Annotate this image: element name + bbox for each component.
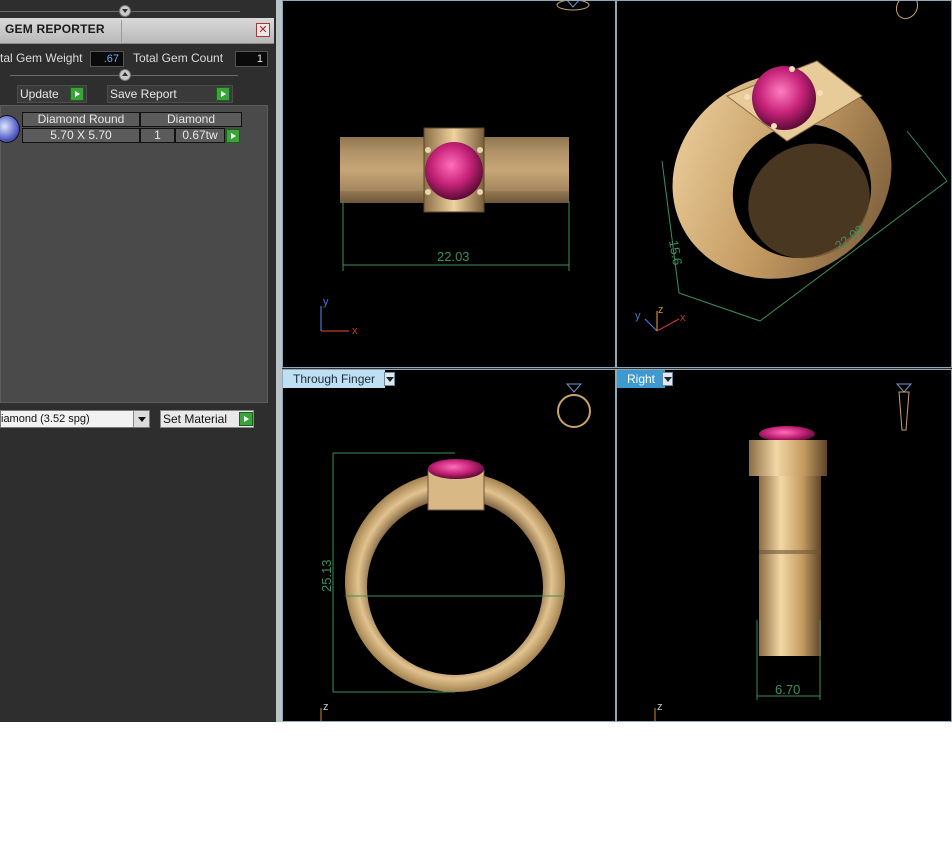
- gem-size-cell[interactable]: 5.70 X 5.70: [22, 128, 140, 143]
- view-ring-icon[interactable]: [557, 383, 591, 428]
- total-gem-count-label: Total Gem Count: [133, 51, 224, 65]
- axis-z-label: z: [323, 701, 329, 713]
- chevron-down-icon[interactable]: [662, 372, 673, 386]
- view-side-icon[interactable]: [895, 383, 913, 431]
- axis-x-label: x: [352, 325, 358, 337]
- play-icon[interactable]: [70, 87, 84, 101]
- chevron-down-icon[interactable]: [133, 411, 149, 427]
- right-label: Right: [627, 372, 656, 386]
- play-icon[interactable]: [239, 412, 253, 426]
- header-separator: [121, 20, 122, 42]
- right-dimension: 6.70: [775, 682, 800, 697]
- save-report-button-label-wrap[interactable]: Save Report: [108, 86, 232, 102]
- column-header-type[interactable]: Diamond: [140, 112, 242, 127]
- total-gem-weight-field[interactable]: .67: [90, 51, 124, 67]
- gem-count-cell[interactable]: 1: [140, 128, 175, 143]
- total-gem-count-field[interactable]: 1: [235, 51, 268, 67]
- gem-reporter-panel: GEM REPORTER ✕ tal Gem Weight .67 Total …: [0, 0, 276, 722]
- perspective-height-dimension: 15.6: [666, 239, 685, 267]
- axis-z-label: z: [658, 304, 664, 316]
- viewport-through-finger[interactable]: 25.13 z Through Finger: [282, 369, 616, 722]
- axis-y-label: y: [323, 296, 329, 308]
- viewport-label-through-finger[interactable]: Through Finger: [283, 370, 386, 388]
- chevron-down-icon[interactable]: [384, 372, 395, 386]
- front-dimension: 22.03: [437, 249, 470, 264]
- axis-z-label: z: [657, 701, 663, 713]
- save-report-button-label: Save Report: [110, 87, 177, 101]
- set-material-button[interactable]: Set Material: [160, 410, 254, 428]
- ring-perspective-view: [672, 60, 892, 279]
- collapse-toggle-icon[interactable]: [119, 69, 131, 81]
- axis-triad: [320, 306, 349, 332]
- set-material-label: Set Material: [163, 412, 228, 426]
- viewport-perspective[interactable]: 22.03 15.6 y z x: [616, 0, 952, 368]
- update-button-label-wrap[interactable]: Update: [18, 86, 86, 102]
- gem-reporter-title: GEM REPORTER: [5, 22, 105, 36]
- total-gem-weight-label: tal Gem Weight: [0, 51, 83, 65]
- material-select[interactable]: iamond (3.52 spg): [0, 410, 150, 428]
- ring-front-view: [340, 127, 569, 213]
- material-select-value: iamond (3.52 spg): [1, 413, 90, 425]
- view-cube-icon[interactable]: [556, 1, 590, 11]
- through-finger-label: Through Finger: [293, 372, 376, 386]
- through-finger-dimension: 25.13: [319, 559, 334, 592]
- jewelry-cad-window: GEM REPORTER ✕ tal Gem Weight .67 Total …: [0, 0, 952, 722]
- view-cube-icon[interactable]: [892, 1, 921, 22]
- viewport-front[interactable]: 22.03 y x: [282, 0, 616, 368]
- ring-front-profile: [749, 426, 827, 656]
- viewport-right[interactable]: 6.70 z Right: [616, 369, 952, 722]
- column-header-shape[interactable]: Diamond Round: [22, 112, 140, 127]
- update-button-label: Update: [20, 87, 59, 101]
- viewport-label-right[interactable]: Right: [617, 370, 666, 388]
- viewport-through-finger-canvas: 25.13 z: [319, 383, 591, 721]
- viewport-right-canvas: 6.70 z: [654, 383, 913, 721]
- axis-x-label: x: [680, 312, 686, 324]
- gem-list[interactable]: [0, 105, 268, 403]
- gem-weight-cell[interactable]: 0.67tw: [175, 128, 225, 143]
- close-icon[interactable]: ✕: [256, 23, 270, 37]
- play-icon[interactable]: [216, 87, 230, 101]
- gem-reporter-header: GEM REPORTER ✕: [0, 18, 274, 44]
- viewport-perspective-canvas: 22.03 15.6 y z x: [635, 1, 948, 332]
- viewport-front-canvas: 22.03 y x: [320, 1, 590, 337]
- play-icon[interactable]: [226, 129, 240, 143]
- axis-y-label: y: [635, 310, 641, 322]
- ring-side-view: [345, 459, 565, 692]
- collapse-toggle-top-icon[interactable]: [119, 5, 131, 17]
